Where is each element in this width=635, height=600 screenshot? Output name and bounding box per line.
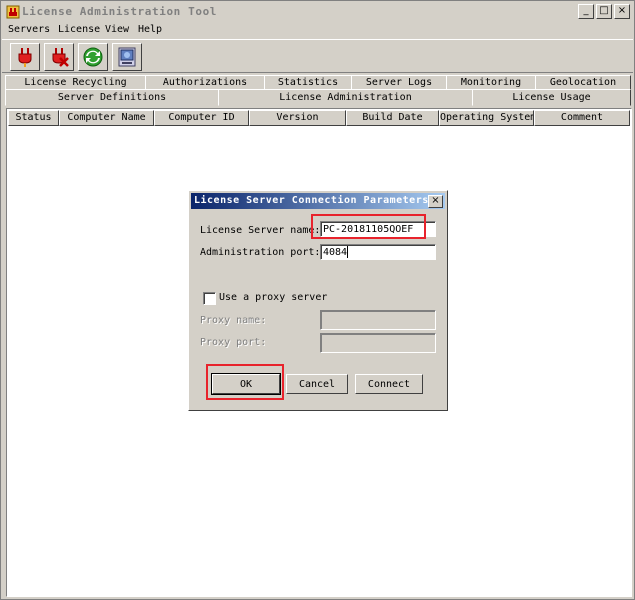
tab-license-administration[interactable]: License Administration xyxy=(218,89,473,106)
refresh-icon xyxy=(83,47,103,67)
menu-view[interactable]: View xyxy=(105,24,129,35)
connect-plug-button[interactable] xyxy=(10,43,40,71)
server-name-input[interactable]: PC-20181105QOEF xyxy=(320,221,436,237)
tab-server-definitions[interactable]: Server Definitions xyxy=(5,89,219,106)
dialog-close-button[interactable]: × xyxy=(428,195,443,208)
maximize-button[interactable]: □ xyxy=(596,4,612,19)
unplug-icon xyxy=(52,48,69,67)
close-button[interactable]: × xyxy=(614,4,630,19)
text-caret xyxy=(347,246,349,258)
refresh-button[interactable] xyxy=(78,43,108,71)
menu-license[interactable]: License xyxy=(58,24,100,35)
disconnect-plug-button[interactable] xyxy=(44,43,74,71)
column-operating-system[interactable]: Operating System xyxy=(439,110,534,126)
column-status[interactable]: Status xyxy=(8,110,59,126)
proxy-port-label: Proxy port: xyxy=(200,337,267,348)
connection-dialog: License Server Connection Parameters × L… xyxy=(188,190,448,411)
column-version[interactable]: Version xyxy=(249,110,346,126)
menu-help[interactable]: Help xyxy=(138,24,162,35)
dialog-title: License Server Connection Parameters xyxy=(194,195,429,206)
tab-license-usage[interactable]: License Usage xyxy=(472,89,631,106)
title-bar[interactable]: License Administration Tool _ □ × xyxy=(2,2,633,21)
proxy-checkbox-label[interactable]: Use a proxy server xyxy=(219,292,327,303)
window-title: License Administration Tool xyxy=(22,5,218,18)
column-computer-name[interactable]: Computer Name xyxy=(59,110,154,126)
app-plug-icon xyxy=(6,5,20,19)
port-input[interactable]: 4084 xyxy=(320,244,436,260)
server-monitor-icon xyxy=(118,47,136,67)
proxy-name-label: Proxy name: xyxy=(200,315,267,326)
port-value: 4084 xyxy=(323,247,348,258)
proxy-port-input[interactable] xyxy=(320,333,436,353)
tab-row-back: License Recycling Authorizations Statist… xyxy=(5,75,631,91)
column-computer-id[interactable]: Computer ID xyxy=(154,110,249,126)
server-name-label: License Server name: xyxy=(200,225,321,236)
connect-button[interactable]: Connect xyxy=(355,374,423,394)
toolbar xyxy=(2,39,633,73)
cancel-button[interactable]: Cancel xyxy=(286,374,348,394)
plug-icon xyxy=(18,48,32,67)
server-name-value: PC-20181105QOEF xyxy=(323,224,414,235)
table-header: Status Computer Name Computer ID Version… xyxy=(8,110,630,126)
column-build-date[interactable]: Build Date xyxy=(346,110,439,126)
menu-bar: Servers License View Help xyxy=(2,21,633,39)
proxy-checkbox[interactable] xyxy=(203,292,216,305)
column-comment[interactable]: Comment xyxy=(534,110,630,126)
port-label: Administration port: xyxy=(200,247,321,258)
proxy-name-input[interactable] xyxy=(320,310,436,330)
app-window: License Administration Tool _ □ × Server… xyxy=(0,0,635,600)
menu-servers[interactable]: Servers xyxy=(8,24,50,35)
minimize-button[interactable]: _ xyxy=(578,4,594,19)
dialog-title-bar[interactable]: License Server Connection Parameters × xyxy=(191,193,445,209)
server-properties-button[interactable] xyxy=(112,43,142,71)
ok-button[interactable]: OK xyxy=(211,373,281,395)
tab-row-front: Server Definitions License Administratio… xyxy=(5,89,631,106)
